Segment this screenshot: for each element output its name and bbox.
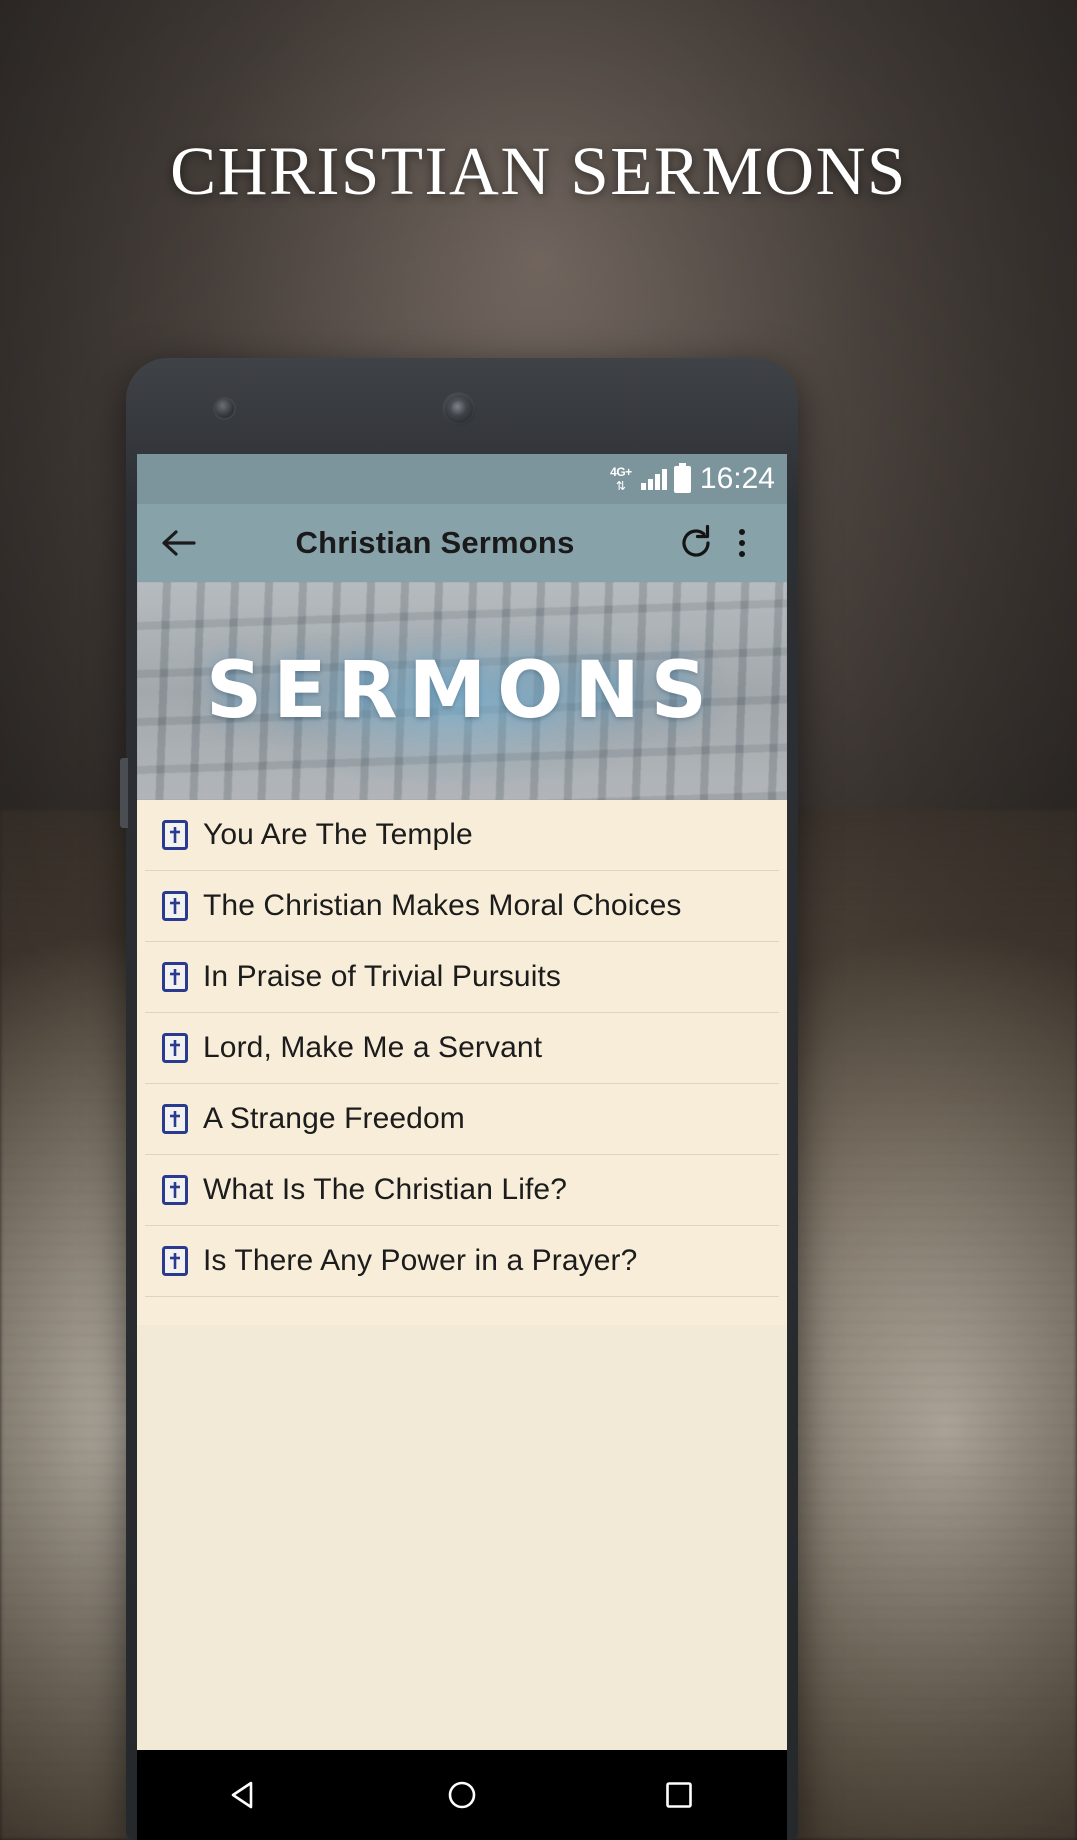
network-type-label: 4G+	[610, 465, 632, 479]
status-bar: 4G+ ⇅ 16:24	[137, 454, 787, 504]
bible-book-icon	[161, 961, 189, 993]
screenshot-root: CHRISTIAN SERMONS 4G+ ⇅ 16:24 Christian …	[0, 0, 1077, 1840]
list-item[interactable]: The Christian Makes Moral Choices	[145, 871, 779, 942]
nav-home-circle-icon[interactable]	[417, 1750, 507, 1840]
status-bar-clock: 16:24	[699, 462, 775, 495]
list-item[interactable]: In Praise of Trivial Pursuits	[145, 942, 779, 1013]
bible-book-icon	[161, 1245, 189, 1277]
list-item[interactable]: You Are The Temple	[145, 800, 779, 871]
list-item-label: A Strange Freedom	[203, 1102, 465, 1135]
list-item-label: Lord, Make Me a Servant	[203, 1031, 543, 1064]
bible-book-icon	[161, 819, 189, 851]
list-item[interactable]: Is There Any Power in a Prayer?	[145, 1226, 779, 1297]
list-item-label: The Christian Makes Moral Choices	[203, 889, 682, 922]
app-bar-title: Christian Sermons	[295, 525, 575, 560]
nav-recents-square-icon[interactable]	[634, 1750, 724, 1840]
sermons-banner: SERMONS	[137, 582, 787, 800]
network-type-icon: 4G+ ⇅	[608, 466, 634, 492]
overflow-dots	[739, 529, 745, 557]
earpiece-sensor-icon	[442, 392, 476, 426]
list-item-label: What Is The Christian Life?	[203, 1173, 567, 1206]
list-item[interactable]: What Is The Christian Life?	[145, 1155, 779, 1226]
bible-book-icon	[161, 1032, 189, 1064]
signal-bars-icon	[640, 468, 667, 490]
bible-book-icon	[161, 1174, 189, 1206]
hero-title: CHRISTIAN SERMONS	[170, 133, 907, 209]
list-item[interactable]: A Strange Freedom	[145, 1084, 779, 1155]
nav-back-triangle-icon[interactable]	[200, 1750, 290, 1840]
network-arrows-label: ⇅	[615, 479, 626, 493]
device-screen: 4G+ ⇅ 16:24 Christian Sermons SERMONS Yo…	[137, 454, 787, 1750]
arrow-left-icon[interactable]	[159, 522, 201, 564]
phone-top-bezel	[126, 358, 798, 454]
list-item-label: Is There Any Power in a Prayer?	[203, 1244, 638, 1277]
phone-device: 4G+ ⇅ 16:24 Christian Sermons SERMONS Yo…	[120, 358, 798, 1840]
android-navigation-bar	[137, 1750, 787, 1840]
bible-book-icon	[161, 890, 189, 922]
list-item[interactable]: Lord, Make Me a Servant	[145, 1013, 779, 1084]
list-item-label: In Praise of Trivial Pursuits	[203, 960, 562, 993]
front-camera-icon	[215, 399, 234, 418]
phone-side-button	[120, 758, 128, 828]
app-bar: Christian Sermons	[137, 504, 787, 582]
list-bottom-spacer	[137, 1297, 787, 1325]
more-vertical-icon[interactable]	[719, 520, 765, 566]
refresh-icon[interactable]	[673, 520, 719, 566]
bible-book-icon	[161, 1103, 189, 1135]
list-item-label: You Are The Temple	[203, 818, 473, 851]
sermon-list: You Are The Temple The Christian Makes M…	[137, 800, 787, 1325]
banner-title: SERMONS	[206, 646, 718, 736]
battery-icon	[673, 462, 691, 493]
